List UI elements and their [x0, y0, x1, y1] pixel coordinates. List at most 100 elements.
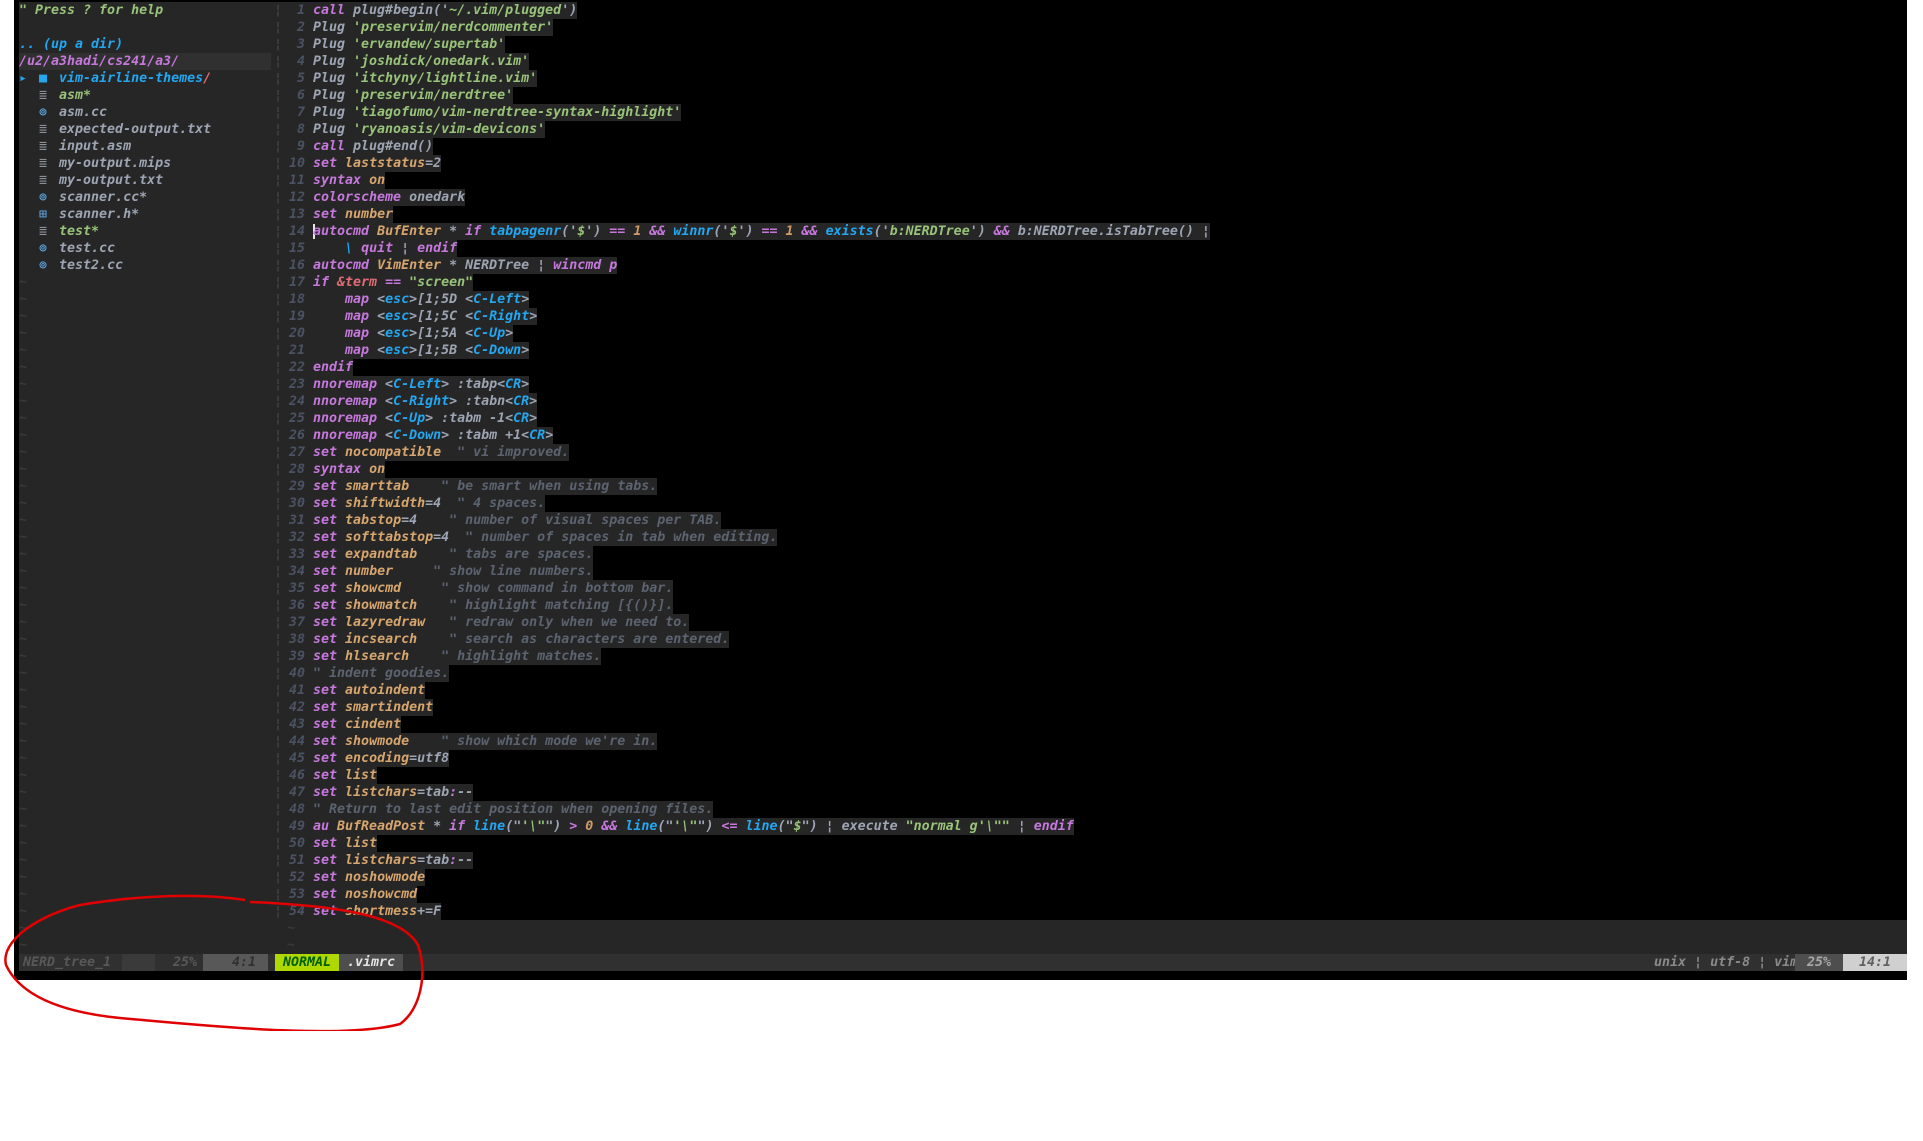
syntax-token [337, 513, 345, 528]
syntax-token: " indent goodies. [313, 666, 450, 681]
code-line[interactable]: 18 map <esc>[1;5D <C-Left> [285, 291, 1907, 308]
code-line[interactable]: 48 " Return to last edit position when op… [285, 801, 1907, 818]
code-line[interactable]: 27 set nocompatible " vi improved. [285, 444, 1907, 461]
syntax-token: (' [713, 224, 730, 239]
code-line[interactable]: 47 set listchars=tab:-- [285, 784, 1907, 801]
code-line[interactable]: 24 nnoremap <C-Right> :tabn<CR> [285, 393, 1907, 410]
code-line[interactable]: 30 set shiftwidth=4 " 4 spaces. [285, 495, 1907, 512]
nerdtree-file[interactable]: ≣ my-output.txt [19, 172, 271, 189]
code-line[interactable]: 39 set hlsearch " highlight matches. [285, 648, 1907, 665]
code-line[interactable]: 23 nnoremap <C-Left> :tabp<CR> [285, 376, 1907, 393]
code-line[interactable]: 49 au BufReadPost * if line("'\"") > 0 &&… [285, 818, 1907, 835]
code-line[interactable]: 36 set showmatch " highlight matching [{(… [285, 597, 1907, 614]
code-line[interactable]: 19 map <esc>[1;5C <C-Right> [285, 308, 1907, 325]
separator-char: ¦ [273, 717, 282, 732]
syntax-token: on [369, 173, 386, 188]
line-number: 10 [285, 155, 307, 172]
syntax-token: == [761, 224, 778, 239]
line-text: \ quit ¦ endif [307, 240, 458, 257]
nerdtree-file[interactable]: ⊚ asm.cc [19, 104, 271, 121]
code-line[interactable]: 4 Plug 'joshdick/onedark.vim' [285, 53, 1907, 70]
collapsed-arrow-icon[interactable]: ▸ [19, 71, 35, 86]
code-line[interactable]: 9 call plug#end() [285, 138, 1907, 155]
code-line[interactable]: 12 colorscheme onedark [285, 189, 1907, 206]
file-name: asm.cc [51, 105, 108, 120]
window-separator[interactable]: ¦ ¦ ¦ ¦ ¦ ¦ ¦ ¦ ¦ ¦ ¦ ¦ ¦ ¦ ¦ ¦ ¦ ¦ ¦ ¦ ¦ ¦ ¦ ¦ ¦ ¦ ¦ ¦ ¦ ¦ ¦ ¦ ¦ ¦ ¦ ¦ ¦ ¦ ¦ ¦… [271, 2, 285, 954]
syntax-token: set [313, 513, 338, 528]
code-line[interactable]: 43 set cindent [285, 716, 1907, 733]
code-line[interactable]: 37 set lazyredraw " redraw only when we n… [285, 614, 1907, 631]
code-line[interactable]: 17 if &term == "screen" [285, 274, 1907, 291]
syntax-token [481, 224, 489, 239]
code-line[interactable]: 22 endif [285, 359, 1907, 376]
syntax-token: >[1;5B < [409, 343, 474, 358]
code-line[interactable]: 8 Plug 'ryanoasis/vim-devicons' [285, 121, 1907, 138]
code-line[interactable]: 10 set laststatus=2 [285, 155, 1907, 172]
code-line[interactable]: 13 set number [285, 206, 1907, 223]
nerdtree-file[interactable]: ⊞ scanner.h* [19, 206, 271, 223]
code-line[interactable]: 38 set incsearch " search as characters a… [285, 631, 1907, 648]
nerdtree-file[interactable]: ⊚ test.cc [19, 240, 271, 257]
code-line[interactable]: 35 set showcmd " show command in bottom b… [285, 580, 1907, 597]
separator-char: ¦ [273, 258, 282, 273]
code-line[interactable]: 7 Plug 'tiagofumo/vim-nerdtree-syntax-hig… [285, 104, 1907, 121]
nerdtree-file[interactable]: ≣ input.asm [19, 138, 271, 155]
code-line[interactable]: 21 map <esc>[1;5B <C-Down> [285, 342, 1907, 359]
code-line[interactable]: 11 syntax on [285, 172, 1907, 189]
line-number: 22 [285, 359, 307, 376]
code-line[interactable]: 46 set list [285, 767, 1907, 784]
code-line[interactable]: 1 call plug#begin('~/.vim/plugged') [285, 2, 1907, 19]
nerdtree-file[interactable]: ≣ asm* [19, 87, 271, 104]
code-line[interactable]: 2 Plug 'preservim/nerdcommenter' [285, 19, 1907, 36]
code-line[interactable]: 44 set showmode " show which mode we're i… [285, 733, 1907, 750]
code-line[interactable]: 29 set smarttab " be smart when using tab… [285, 478, 1907, 495]
code-line[interactable]: 14 autocmd BufEnter * if tabpagenr('$') =… [285, 223, 1907, 240]
nerdtree-file[interactable]: ⊚ scanner.cc* [19, 189, 271, 206]
nerdtree-file[interactable]: ≣ expected-output.txt [19, 121, 271, 138]
code-line[interactable]: 6 Plug 'preservim/nerdtree' [285, 87, 1907, 104]
nerdtree-file[interactable]: ⊚ test2.cc [19, 257, 271, 274]
nerdtree-panel[interactable]: " Press ? for help .. (up a dir) /u2/a3h… [19, 2, 271, 954]
line-text: set lazyredraw " redraw only when we nee… [307, 614, 690, 631]
code-line[interactable]: 51 set listchars=tab:-- [285, 852, 1907, 869]
code-line[interactable]: 28 syntax on [285, 461, 1907, 478]
editor-buffer-vimrc[interactable]: 1 call plug#begin('~/.vim/plugged') 2 Plug … [285, 2, 1907, 954]
code-line[interactable]: 5 Plug 'itchyny/lightline.vim' [285, 70, 1907, 87]
code-line[interactable]: 31 set tabstop=4 " number of visual space… [285, 512, 1907, 529]
code-line[interactable]: 53 set noshowcmd [285, 886, 1907, 903]
code-line[interactable]: 42 set smartindent [285, 699, 1907, 716]
syntax-token: (' [561, 224, 578, 239]
code-line[interactable]: 52 set noshowmode [285, 869, 1907, 886]
code-line[interactable]: 40 " indent goodies. [285, 665, 1907, 682]
line-number: 6 [285, 87, 307, 104]
nerdtree-file[interactable]: ≣ test* [19, 223, 271, 240]
code-line[interactable]: 54 set shortmess+=F [285, 903, 1907, 920]
syntax-token: < [369, 343, 386, 358]
code-line[interactable]: 45 set encoding=utf8 [285, 750, 1907, 767]
code-line[interactable]: 20 map <esc>[1;5A <C-Up> [285, 325, 1907, 342]
code-line[interactable]: 16 autocmd VimEnter * NERDTree ¦ wincmd p [285, 257, 1907, 274]
code-line[interactable]: 26 nnoremap <C-Down> :tabm +1<CR> [285, 427, 1907, 444]
nerdtree-root-path[interactable]: /u2/a3hadi/cs241/a3/ [19, 53, 271, 70]
code-line[interactable]: 32 set softtabstop=4 " number of spaces i… [285, 529, 1907, 546]
code-line[interactable]: 25 nnoremap <C-Up> :tabm -1<CR> [285, 410, 1907, 427]
nerdtree-folder-vim-airline-themes[interactable]: ▸ ■ vim-airline-themes/ [19, 70, 271, 87]
code-line[interactable]: 15 \ quit ¦ endif [285, 240, 1907, 257]
syntax-token: >[1;5A < [409, 326, 474, 341]
syntax-token: CR [529, 428, 546, 443]
code-line[interactable]: 3 Plug 'ervandew/supertab' [285, 36, 1907, 53]
code-line[interactable]: 33 set expandtab " tabs are spaces. [285, 546, 1907, 563]
nerdtree-up-dir[interactable]: .. (up a dir) [19, 36, 271, 53]
empty-line-marker: ~ [19, 904, 28, 919]
code-line[interactable]: 41 set autoindent [285, 682, 1907, 699]
syntax-token: autoindent [345, 683, 426, 698]
nerdtree-file[interactable]: ≣ my-output.mips [19, 155, 271, 172]
syntax-token: showmode [345, 734, 410, 749]
code-line[interactable]: 50 set list [285, 835, 1907, 852]
line-text: nnoremap <C-Up> :tabm -1<CR> [307, 410, 538, 427]
syntax-token: && [801, 224, 818, 239]
code-line[interactable]: 34 set number " show line numbers. [285, 563, 1907, 580]
syntax-token: > :tabm -1< [425, 411, 514, 426]
